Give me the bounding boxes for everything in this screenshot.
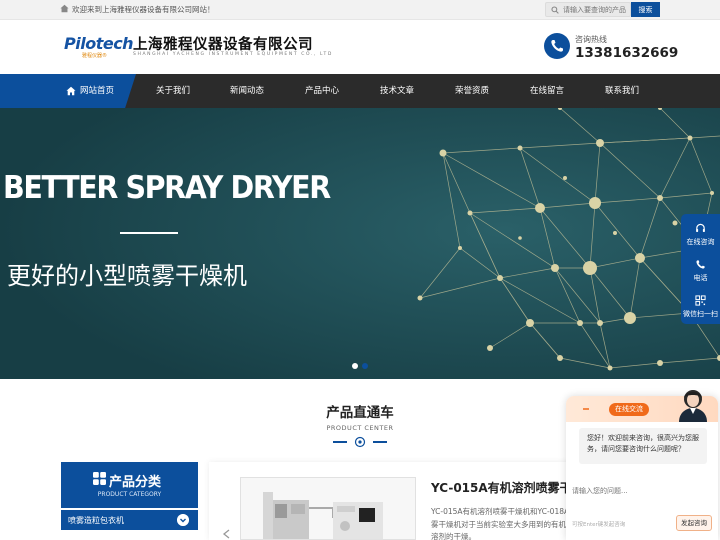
section-divider-icon bbox=[333, 436, 387, 448]
side-online-consult[interactable]: 在线咨询 bbox=[681, 216, 720, 252]
logo-text: Pilotech bbox=[64, 34, 134, 53]
hotline-number[interactable]: 13381632669 bbox=[575, 45, 678, 61]
welcome-text: 欢迎来到上海雅程仪器设备有限公司网站！ bbox=[72, 5, 215, 14]
machine-illustration bbox=[241, 478, 415, 539]
side-phone[interactable]: 电话 bbox=[681, 252, 720, 288]
logo[interactable]: Pilotech 雅程仪器® bbox=[64, 34, 134, 60]
nav-item-honors[interactable]: 荣誉资质 bbox=[446, 74, 498, 108]
search-icon bbox=[551, 6, 559, 14]
nav-item-contact[interactable]: 联系我们 bbox=[596, 74, 648, 108]
category-item[interactable]: 喷雾造粒包衣机 bbox=[61, 510, 198, 530]
top-bar: 欢迎来到上海雅程仪器设备有限公司网站！ 搜索 bbox=[0, 0, 720, 20]
main-nav: 网站首页 关于我们 新闻动态 产品中心 技术文章 荣誉资质 在线留言 联系我们 bbox=[0, 74, 720, 108]
category-title: 产品分类 bbox=[109, 475, 162, 490]
home-icon bbox=[60, 4, 69, 13]
nav-item-home[interactable]: 网站首页 bbox=[80, 74, 120, 108]
side-wechat[interactable]: 微信扫一扫 bbox=[681, 288, 720, 324]
chat-header-label[interactable]: 在线交流 bbox=[609, 403, 649, 416]
qrcode-icon bbox=[695, 295, 706, 306]
minimize-icon[interactable] bbox=[581, 404, 591, 414]
category-subtitle: PRODUCT CATEGORY bbox=[97, 491, 162, 498]
network-graphic bbox=[0, 108, 720, 379]
agent-avatar bbox=[679, 390, 707, 422]
nav-item-news[interactable]: 新闻动态 bbox=[221, 74, 273, 108]
nav-item-about[interactable]: 关于我们 bbox=[147, 74, 199, 108]
side-label-consult: 在线咨询 bbox=[686, 238, 715, 246]
slide-dot-2[interactable] bbox=[362, 363, 368, 369]
search-input[interactable] bbox=[563, 4, 631, 16]
headset-icon bbox=[696, 223, 705, 232]
grid-icon bbox=[93, 472, 106, 485]
logo-subtext: 雅程仪器® bbox=[82, 53, 108, 59]
banner-subtitle: 更好的小型喷雾干燥机 bbox=[7, 262, 247, 290]
phone-icon bbox=[696, 260, 705, 269]
banner-divider bbox=[120, 232, 178, 234]
chat-send-button[interactable]: 发起咨询 bbox=[676, 515, 712, 531]
category-item-label: 喷雾造粒包衣机 bbox=[68, 516, 124, 525]
side-toolbar: 在线咨询 电话 微信扫一扫 bbox=[681, 214, 720, 324]
chat-greeting: 您好！欢迎前来咨询，很高兴为您服务，请问您要咨询什么问题呢？ bbox=[579, 428, 707, 464]
product-image[interactable] bbox=[240, 477, 416, 540]
chevron-down-icon[interactable] bbox=[177, 514, 189, 526]
banner-title: BETTER SPRAY DRYER bbox=[3, 170, 331, 206]
product-title[interactable]: YC-015A有机溶剂喷雾干 bbox=[431, 479, 572, 496]
nav-item-message[interactable]: 在线留言 bbox=[521, 74, 573, 108]
nav-item-products[interactable]: 产品中心 bbox=[296, 74, 348, 108]
hero-banner[interactable]: BETTER SPRAY DRYER 更好的小型喷雾干燥机 bbox=[0, 108, 720, 379]
phone-icon bbox=[544, 33, 570, 59]
chat-hint: 可按Enter键发起咨询 bbox=[572, 522, 626, 528]
nav-item-articles[interactable]: 技术文章 bbox=[371, 74, 423, 108]
company-name: 上海雅程仪器设备有限公司 bbox=[133, 37, 313, 53]
search-box[interactable] bbox=[545, 2, 631, 17]
chat-input[interactable] bbox=[572, 485, 712, 497]
side-label-wechat: 微信扫一扫 bbox=[683, 310, 718, 318]
side-label-phone: 电话 bbox=[693, 274, 708, 282]
category-panel: 产品分类 PRODUCT CATEGORY 喷雾造粒包衣机 bbox=[61, 462, 198, 540]
company-name-en: SHANGHAI YACHENG INSTRUMENT EQUIPMENT CO… bbox=[133, 52, 333, 57]
category-header: 产品分类 PRODUCT CATEGORY bbox=[61, 462, 198, 508]
home-icon bbox=[66, 86, 76, 96]
search-button[interactable]: 搜索 bbox=[631, 2, 660, 17]
site-header: Pilotech 雅程仪器® 上海雅程仪器设备有限公司 SHANGHAI YAC… bbox=[0, 20, 720, 74]
hotline-label: 咨询热线 bbox=[575, 35, 607, 44]
product-description: YC-015A有机溶剂喷雾干燥机和YC-018A雾干燥机对于当前实验室大多用到的… bbox=[431, 507, 570, 540]
slide-dot-1[interactable] bbox=[352, 363, 358, 369]
arrow-left-icon[interactable] bbox=[222, 529, 232, 539]
